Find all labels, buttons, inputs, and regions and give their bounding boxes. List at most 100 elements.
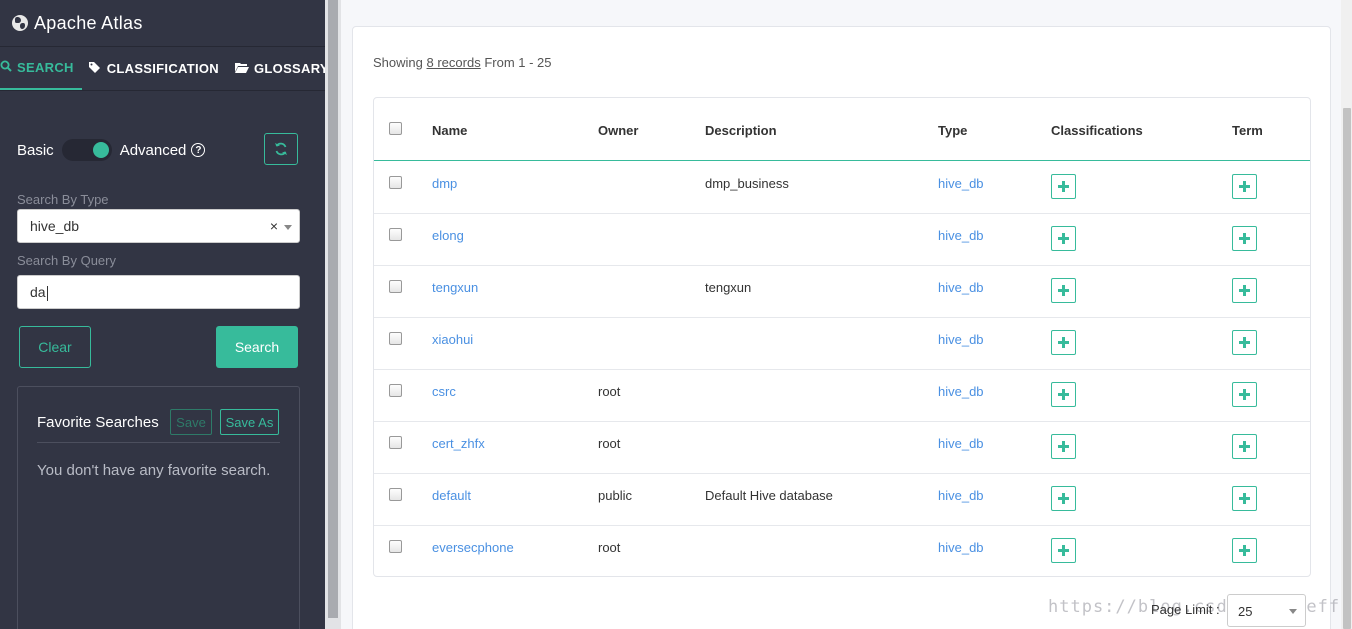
entity-type-link[interactable]: hive_db [938, 332, 984, 347]
entity-description: Default Hive database [705, 488, 833, 503]
col-classifications[interactable]: Classifications [1051, 123, 1143, 138]
entity-owner: root [598, 540, 621, 555]
record-count-link[interactable]: 8 records [427, 55, 481, 70]
entity-name-link[interactable]: xiaohui [432, 332, 473, 347]
add-term-button[interactable] [1232, 434, 1257, 459]
entity-name-link[interactable]: dmp [432, 176, 457, 191]
sidebar: Apache Atlas SEARCH CLASSIFICATION GLOSS… [0, 0, 329, 629]
tags-icon [88, 61, 102, 76]
favorites-empty-message: You don't have any favorite search. [37, 462, 271, 479]
row-checkbox[interactable] [389, 228, 402, 241]
scrollbar-thumb[interactable] [328, 0, 338, 618]
app-brand[interactable]: Apache Atlas [0, 0, 325, 47]
row-checkbox[interactable] [389, 384, 402, 397]
chevron-down-icon[interactable] [1289, 609, 1297, 614]
table-row: eversecphone root hive_db [374, 526, 1310, 578]
page-limit-value: 25 [1238, 604, 1253, 619]
entity-type-link[interactable]: hive_db [938, 488, 984, 503]
row-checkbox[interactable] [389, 332, 402, 345]
clear-button[interactable]: Clear [19, 326, 91, 368]
entity-owner: public [598, 488, 632, 503]
chevron-down-icon[interactable] [284, 225, 292, 230]
col-type[interactable]: Type [938, 123, 967, 138]
add-classification-button[interactable] [1051, 486, 1076, 511]
results-summary: Showing 8 records From 1 - 25 [373, 55, 552, 70]
entity-owner: root [598, 436, 621, 451]
add-classification-button[interactable] [1051, 382, 1076, 407]
tab-classification[interactable]: CLASSIFICATION [82, 47, 227, 90]
page-limit-select[interactable]: 25 [1227, 594, 1306, 627]
entity-description: tengxun [705, 280, 752, 295]
folder-open-icon [235, 61, 249, 76]
row-checkbox[interactable] [389, 540, 402, 553]
select-all-checkbox[interactable] [389, 122, 402, 135]
scrollbar-thumb[interactable] [1343, 108, 1351, 629]
tab-search[interactable]: SEARCH [0, 47, 82, 90]
add-classification-button[interactable] [1051, 278, 1076, 303]
entity-name-link[interactable]: csrc [432, 384, 456, 399]
add-term-button[interactable] [1232, 486, 1257, 511]
entity-description: dmp_business [705, 176, 789, 191]
tab-classification-label: CLASSIFICATION [106, 61, 219, 76]
advanced-label: Advanced [119, 141, 187, 159]
entity-name-link[interactable]: cert_zhfx [432, 436, 485, 451]
add-term-button[interactable] [1232, 174, 1257, 199]
refresh-icon [275, 142, 287, 156]
add-term-button[interactable] [1232, 382, 1257, 407]
col-description[interactable]: Description [705, 123, 777, 138]
showing-prefix: Showing [373, 55, 423, 70]
search-mode-row: Basic Advanced ? [17, 133, 300, 167]
main-scrollbar[interactable] [325, 0, 341, 629]
entity-type-link[interactable]: hive_db [938, 540, 984, 555]
basic-label: Basic [17, 141, 54, 159]
tab-glossary[interactable]: GLOSSARY [227, 47, 337, 90]
add-term-button[interactable] [1232, 226, 1257, 251]
toggle-knob [92, 142, 109, 158]
save-as-favorite-button[interactable]: Save As [220, 409, 279, 435]
row-checkbox[interactable] [389, 436, 402, 449]
row-checkbox[interactable] [389, 280, 402, 293]
add-classification-button[interactable] [1051, 538, 1076, 563]
entity-name-link[interactable]: default [432, 488, 471, 503]
entity-name-link[interactable]: tengxun [432, 280, 478, 295]
add-term-button[interactable] [1232, 278, 1257, 303]
entity-name-link[interactable]: elong [432, 228, 464, 243]
col-owner[interactable]: Owner [598, 123, 638, 138]
page-scrollbar[interactable] [1341, 0, 1352, 629]
type-select-value: hive_db [30, 218, 80, 234]
text-cursor [46, 285, 48, 301]
query-input[interactable]: da [17, 275, 300, 309]
table-row: tengxun tengxun hive_db [374, 266, 1310, 318]
search-by-query-label: Search By Query [17, 253, 116, 268]
clear-selection-icon[interactable]: × [270, 218, 278, 234]
col-name[interactable]: Name [432, 123, 467, 138]
col-term[interactable]: Term [1232, 123, 1263, 138]
table-row: dmp dmp_business hive_db [374, 162, 1310, 214]
entity-type-link[interactable]: hive_db [938, 384, 984, 399]
add-classification-button[interactable] [1051, 434, 1076, 459]
search-button[interactable]: Search [216, 326, 298, 368]
app-title: Apache Atlas [34, 12, 143, 33]
mode-toggle[interactable] [61, 139, 112, 161]
divider [37, 442, 280, 443]
entity-type-link[interactable]: hive_db [938, 228, 984, 243]
add-classification-button[interactable] [1051, 174, 1076, 199]
table-row: default public Default Hive database hive_d… [374, 474, 1310, 526]
question-circle-icon[interactable]: ? [191, 143, 206, 157]
add-classification-button[interactable] [1051, 330, 1076, 355]
entity-type-link[interactable]: hive_db [938, 280, 984, 295]
entity-name-link[interactable]: eversecphone [432, 540, 514, 555]
add-term-button[interactable] [1232, 538, 1257, 563]
add-classification-button[interactable] [1051, 226, 1076, 251]
entity-type-link[interactable]: hive_db [938, 436, 984, 451]
row-checkbox[interactable] [389, 488, 402, 501]
table-row: cert_zhfx root hive_db [374, 422, 1310, 474]
row-checkbox[interactable] [389, 176, 402, 189]
type-select[interactable]: hive_db × [17, 209, 300, 243]
refresh-button[interactable] [264, 133, 298, 165]
entity-type-link[interactable]: hive_db [938, 176, 984, 191]
favorite-searches-title: Favorite Searches [37, 414, 159, 431]
add-term-button[interactable] [1232, 330, 1257, 355]
save-favorite-button[interactable]: Save [170, 409, 212, 435]
sidebar-tabs: SEARCH CLASSIFICATION GLOSSARY [0, 47, 329, 91]
